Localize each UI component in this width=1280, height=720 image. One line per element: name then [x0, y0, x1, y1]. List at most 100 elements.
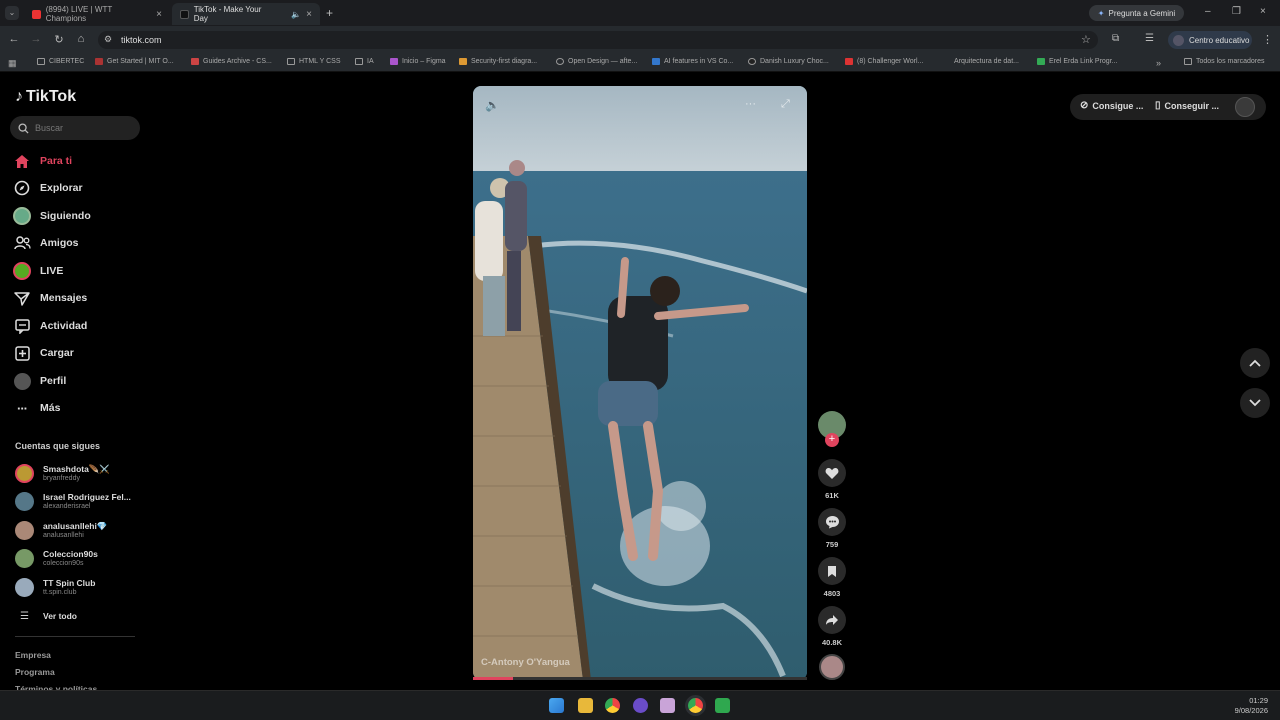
- tab-wtt[interactable]: (8994) LIVE | WTT Champions ×: [24, 3, 170, 25]
- bookmark-label: IA: [367, 58, 374, 65]
- following-avatar-icon: [13, 207, 31, 225]
- close-tab-icon[interactable]: ×: [306, 9, 312, 20]
- bookmark-3[interactable]: HTML Y CSS: [287, 58, 341, 65]
- fullscreen-icon[interactable]: ⤢: [781, 98, 790, 111]
- folder-icon: [37, 58, 45, 65]
- nav-cargar[interactable]: Cargar: [13, 343, 74, 363]
- back-button[interactable]: ←: [7, 33, 21, 45]
- nav-perfil[interactable]: Perfil: [13, 371, 66, 391]
- bookmark-0[interactable]: CIBERTEC: [37, 58, 84, 65]
- reload-button[interactable]: ↻: [52, 33, 66, 46]
- avatar: [15, 520, 34, 540]
- more-bookmarks-icon[interactable]: »: [1156, 58, 1161, 68]
- bookmark-icon: [828, 565, 836, 577]
- previous-video-button[interactable]: [1240, 348, 1270, 378]
- nav-para-ti[interactable]: Para ti: [13, 151, 72, 171]
- bookmark-6[interactable]: Security-first diagra...: [459, 58, 537, 65]
- video-more-icon[interactable]: ···: [745, 98, 756, 110]
- all-bookmarks[interactable]: Todos los marcadores: [1184, 58, 1264, 65]
- address-bar[interactable]: [98, 31, 1098, 49]
- nav-siguiendo[interactable]: Siguiendo: [13, 206, 91, 226]
- browser-menu-icon[interactable]: ⋮: [1262, 33, 1273, 46]
- page-icon: [942, 58, 950, 65]
- friends-icon: [13, 234, 31, 252]
- nav-mas[interactable]: ··· Más: [13, 398, 60, 418]
- comment-button[interactable]: 759: [817, 508, 847, 549]
- more-icon: ···: [17, 400, 28, 416]
- followed-account-3[interactable]: Coleccion90s coleccion90s: [15, 546, 98, 570]
- followed-account-4[interactable]: TT Spin Club tt.spin.club: [15, 575, 95, 599]
- nav-live[interactable]: LIVE: [13, 261, 63, 281]
- compass-icon: [13, 179, 31, 197]
- reading-list-icon[interactable]: ☰: [1145, 33, 1154, 44]
- tab-search-button[interactable]: ⌄: [5, 6, 19, 20]
- nav-label: Cargar: [40, 347, 74, 359]
- bookmark-star-icon[interactable]: ☆: [1081, 33, 1091, 46]
- share-count: 40.8K: [821, 638, 842, 647]
- volume-icon[interactable]: 🔈: [485, 98, 500, 112]
- search-input[interactable]: Buscar: [10, 116, 140, 140]
- app-icon[interactable]: [633, 698, 648, 713]
- chrome-active-icon[interactable]: [688, 698, 703, 713]
- followed-account-1[interactable]: Israel Rodriguez Fel... alexanderisrael: [15, 489, 131, 513]
- whatsapp-icon[interactable]: [715, 698, 730, 713]
- user-avatar[interactable]: [1235, 97, 1255, 117]
- minimize-button[interactable]: –: [1205, 6, 1211, 17]
- share-button[interactable]: 40.8K: [817, 606, 847, 647]
- extensions-icon[interactable]: ⧉: [1112, 33, 1119, 44]
- sound-disc-button[interactable]: [817, 654, 847, 680]
- footer-programa[interactable]: Programa: [15, 667, 55, 677]
- account-name: Coleccion90s: [43, 548, 98, 559]
- settings-app-icon[interactable]: [660, 698, 675, 713]
- close-window-button[interactable]: ×: [1260, 6, 1266, 17]
- tiktok-logo[interactable]: ♪ TikTok: [15, 88, 76, 106]
- creator-avatar-button[interactable]: +: [817, 411, 847, 447]
- profile-avatar-icon: [13, 372, 31, 390]
- followed-account-2[interactable]: analusanllehi💎 analusanllehi: [15, 518, 107, 542]
- bookmark-7[interactable]: Open Design — afte...: [556, 58, 637, 65]
- chrome-icon[interactable]: [605, 698, 620, 713]
- forward-button[interactable]: →: [29, 33, 43, 45]
- profile-button[interactable]: Centro educativo: [1168, 31, 1252, 49]
- file-explorer-icon[interactable]: [578, 698, 593, 713]
- bookmark-5[interactable]: Inicio – Figma: [390, 58, 446, 65]
- windows-start-icon[interactable]: [549, 698, 564, 713]
- profile-label: Centro educativo: [1189, 35, 1250, 45]
- bookmark-12[interactable]: Erel Erda Link Progr...: [1037, 58, 1117, 65]
- bookmark-9[interactable]: Danish Luxury Choc...: [748, 58, 829, 65]
- site-info-icon[interactable]: ⚙: [104, 34, 112, 45]
- bookmark-11[interactable]: Arquitectura de dat...: [942, 58, 1019, 65]
- apps-icon[interactable]: ▦: [8, 58, 17, 69]
- footer-empresa[interactable]: Empresa: [15, 650, 51, 660]
- mute-tab-icon[interactable]: 🔈: [291, 10, 301, 19]
- follow-plus-icon[interactable]: +: [825, 433, 839, 447]
- see-all-link[interactable]: ☰ Ver todo: [15, 604, 77, 628]
- bookmark-10[interactable]: (8) Challenger Worl...: [845, 58, 923, 65]
- new-tab-button[interactable]: +: [326, 6, 333, 20]
- maximize-button[interactable]: ❐: [1232, 6, 1241, 17]
- bookmark-1[interactable]: Get Started | MIT O...: [95, 58, 174, 65]
- bookmark-label: Open Design — afte...: [568, 58, 638, 65]
- tab-tiktok[interactable]: TikTok - Make Your Day 🔈 ×: [172, 3, 320, 25]
- system-clock[interactable]: 01:29 9/08/2026: [1230, 696, 1268, 716]
- nav-mensajes[interactable]: Mensajes: [13, 288, 87, 308]
- bookmark-8[interactable]: AI features in VS Co...: [652, 58, 733, 65]
- nav-amigos[interactable]: Amigos: [13, 233, 79, 253]
- close-tab-icon[interactable]: ×: [156, 9, 162, 20]
- save-button[interactable]: 4803: [817, 557, 847, 598]
- nav-explorar[interactable]: Explorar: [13, 178, 83, 198]
- followed-account-0[interactable]: Smashdota🪶⚔️ bryanfreddy: [15, 461, 110, 485]
- get-app-button[interactable]: ▯ Conseguir ...: [1155, 100, 1219, 111]
- like-button[interactable]: 61K: [817, 459, 847, 500]
- video-player[interactable]: [473, 86, 807, 680]
- video-progress-bar[interactable]: [473, 677, 807, 680]
- bookmark-2[interactable]: Guides Archive - CS...: [191, 58, 272, 65]
- nav-actividad[interactable]: Actividad: [13, 316, 87, 336]
- bookmark-label: AI features in VS Co...: [664, 58, 734, 65]
- activity-icon: [13, 317, 31, 335]
- get-coins-button[interactable]: ⊘ Consigue ...: [1080, 100, 1143, 111]
- gemini-button[interactable]: ✦ Pregunta a Gemini: [1089, 5, 1184, 21]
- bookmark-4[interactable]: IA: [355, 58, 374, 65]
- next-video-button[interactable]: [1240, 388, 1270, 418]
- home-button[interactable]: ⌂: [74, 33, 88, 45]
